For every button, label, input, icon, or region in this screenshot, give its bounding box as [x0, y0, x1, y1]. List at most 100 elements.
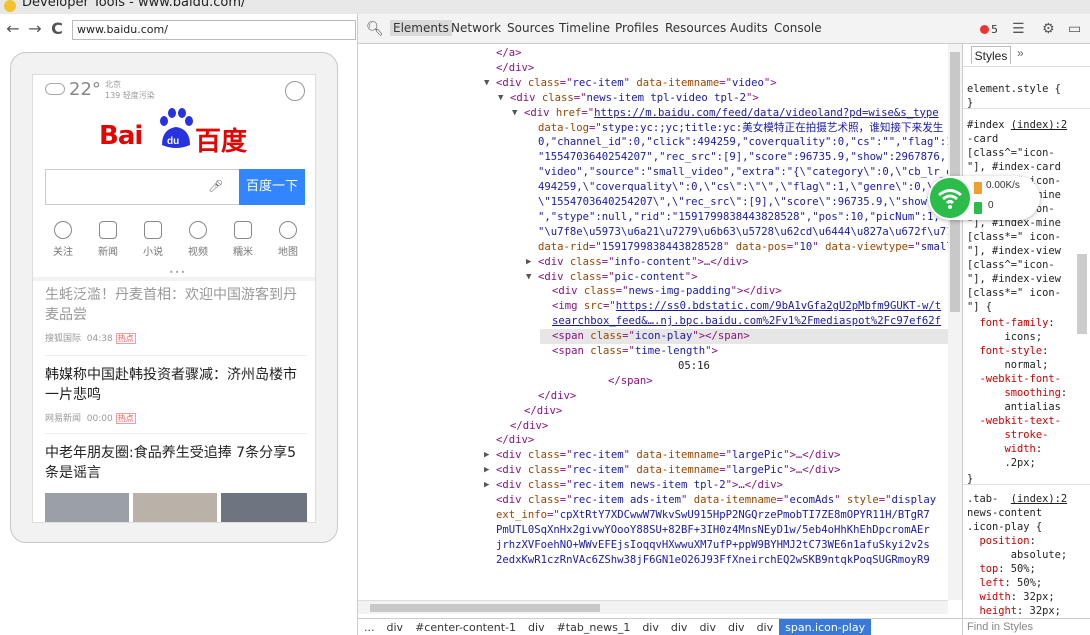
expand-arrow-icon[interactable]: ▶	[484, 478, 489, 493]
dom-node-line[interactable]: searchbox_feed&….nj.bpc.baidu.com%2Fv1%2…	[540, 314, 962, 329]
breadcrumb-item[interactable]: span.icon-play	[779, 619, 872, 635]
dom-node-line[interactable]: ext_info="cpXtRtY7XDCwwW7WkvSwU915HpP2NG…	[484, 508, 962, 523]
more-tabs-button[interactable]: »	[1017, 46, 1024, 60]
style-rule-line[interactable]: .icon-play {	[967, 520, 1085, 534]
breadcrumb-item[interactable]: div	[636, 619, 665, 635]
dom-node-line[interactable]: </div>	[484, 433, 962, 448]
style-source-link[interactable]: (index):2	[1011, 493, 1067, 505]
news-item[interactable]: 韩媒称中国赴韩投资者骤减：济州岛楼市一片悲鸣 网易新闻 00:00 热点	[45, 365, 307, 424]
style-rule-line[interactable]: "] {	[967, 300, 1085, 314]
dom-node-line[interactable]: "\u7f8e\u5973\u6a21\u7279\u6b63\u5728\u6…	[526, 225, 962, 240]
dom-node-line[interactable]: data-rid="1591799838443828528" data-pos=…	[526, 240, 962, 255]
expand-arrow-icon[interactable]: ▶	[526, 255, 531, 270]
news-item[interactable]: 中老年朋友圈:食品养生受追捧 7条分享5条是谣言	[45, 443, 307, 483]
tab-audits[interactable]: Audits	[730, 21, 768, 35]
quick-nav-item[interactable]: 视频	[176, 221, 220, 258]
style-rule-line[interactable]: [class*=" icon-	[967, 230, 1085, 244]
dom-node-line[interactable]: <span class="time-length">	[540, 344, 962, 359]
microphone-icon[interactable]: 🎤︎	[208, 179, 223, 195]
style-rule-line[interactable]: smoothing:	[967, 386, 1085, 400]
breadcrumb-item[interactable]: div	[381, 619, 410, 635]
style-rule-line[interactable]: [class^="icon-	[967, 146, 1085, 160]
dom-node-line[interactable]: ","stype":null,"rid":"159179983844382852…	[526, 210, 962, 225]
news-title[interactable]: 中老年朋友圈:食品养生受追捧 7条分享5条是谣言	[45, 443, 307, 483]
style-rule-line[interactable]: -webkit-font-	[967, 372, 1085, 386]
error-count-badge[interactable]: 5	[980, 23, 998, 36]
style-rule-line[interactable]: left: 50%;	[967, 576, 1085, 590]
style-rule-line[interactable]: stroke-	[967, 428, 1085, 442]
elements-horizontal-scrollbar[interactable]	[358, 600, 948, 614]
tab-network[interactable]: Network	[451, 21, 501, 35]
url-input[interactable]: www.baidu.com/	[72, 20, 356, 40]
expand-arrow-icon[interactable]: ▶	[484, 448, 489, 463]
style-rule-line[interactable]: element.style {	[967, 82, 1085, 96]
dom-node-line[interactable]: ▶ <div class="info-content">…</div>	[526, 255, 962, 270]
style-rule-line[interactable]: font-family:	[967, 316, 1085, 330]
dom-node-line[interactable]: ▼ <div class="pic-content">	[526, 270, 962, 285]
quick-nav-item[interactable]: 新闻	[86, 221, 130, 258]
elements-tree[interactable]: </a> </div> ▼ <div class="rec-item" data-it…	[358, 44, 962, 600]
style-rule-line[interactable]: }	[967, 472, 1085, 486]
console-drawer-icon[interactable]: ☰	[1012, 21, 1025, 37]
breadcrumb-item[interactable]: div	[751, 619, 780, 635]
dom-node-line[interactable]: ▶ <div class="rec-item" data-itemname="la…	[484, 448, 962, 463]
dock-icon[interactable]: ▭	[1068, 21, 1081, 37]
style-rule-line[interactable]: width: 32px;	[967, 590, 1085, 604]
style-rule-line[interactable]: normal;	[967, 358, 1085, 372]
tab-elements[interactable]: Elements	[390, 20, 452, 36]
tab-console[interactable]: Console	[774, 21, 822, 35]
style-rule-line[interactable]: "], #index-card	[967, 160, 1085, 174]
dom-node-line[interactable]: ▶ <div class="rec-item" data-itemname="la…	[484, 463, 962, 478]
breadcrumb-item[interactable]: div	[693, 619, 722, 635]
dom-node-line[interactable]: </span>	[596, 374, 962, 389]
dom-node-line[interactable]: data-log="stype:yc:;yc;title:yc:美女模特正在拍摄…	[526, 121, 962, 136]
dom-node-line[interactable]: PmUTL0SqXnHx2givwYOooY88SU+82BF+3IH0z4Mn…	[484, 523, 962, 538]
dom-node-line[interactable]: ▶ <div class="rec-item news-item tpl-2">……	[484, 478, 962, 493]
reload-button[interactable]: C	[48, 20, 66, 38]
elements-vertical-scrollbar[interactable]	[948, 44, 962, 600]
dom-node-line[interactable]: "video","source":"small_video","extra":"…	[526, 165, 962, 180]
style-rule-line[interactable]: font-style:	[967, 344, 1085, 358]
news-title[interactable]: 韩媒称中国赴韩投资者骤减：济州岛楼市一片悲鸣	[45, 365, 307, 405]
dom-node-line[interactable]: </div>	[484, 61, 962, 76]
dom-node-line[interactable]: ▼ <div class="news-item tpl-video tpl-2">	[498, 91, 962, 106]
news-item[interactable]: 生蚝泛滥！丹麦首相：欢迎中国游客到丹麦品尝 搜狐国际 04:38 热点	[45, 285, 307, 344]
gear-icon[interactable]: ⚙	[1042, 21, 1055, 37]
dom-node-line[interactable]: 2edxKwR1czRnVAc6ZShw38jF6GN1eO26J93FfXne…	[484, 553, 962, 568]
style-rule-line[interactable]: icons;	[967, 330, 1085, 344]
collapse-arrow-icon[interactable]: ▼	[484, 76, 489, 91]
style-rule-line[interactable]: -webkit-text-	[967, 414, 1085, 428]
dom-node-line[interactable]: ▼ <div class="rec-item" data-itemname="vi…	[484, 76, 962, 91]
inspect-search-icon[interactable]: 🔍︎	[366, 21, 384, 37]
dom-node-line[interactable]: "1554703640254207","rec_src":[9],"score"…	[526, 150, 962, 165]
dom-node-line[interactable]: ▼ <div href="https://m.baidu.com/feed/dat…	[512, 106, 962, 121]
quick-nav-item[interactable]: 小说	[131, 221, 175, 258]
forward-button[interactable]: →	[26, 20, 44, 38]
style-rule-line[interactable]: .tab- (index):2	[967, 492, 1085, 506]
tab-sources[interactable]: Sources	[507, 21, 554, 35]
breadcrumb-item[interactable]: div	[522, 619, 551, 635]
style-rule-line[interactable]: news-content	[967, 506, 1085, 520]
collapse-arrow-icon[interactable]: ▼	[526, 270, 531, 285]
style-rule-line[interactable]: #index (index):2	[967, 118, 1085, 132]
dom-node-line[interactable]: <div class="news-img-padding"></div>	[540, 284, 962, 299]
breadcrumb-item[interactable]: div	[665, 619, 694, 635]
search-button[interactable]: 百度一下	[239, 169, 305, 205]
scroll-thumb[interactable]	[370, 604, 600, 612]
find-in-styles-input[interactable]: Find in Styles	[963, 618, 1090, 635]
collapse-arrow-icon[interactable]: ▼	[512, 106, 517, 121]
tab-styles[interactable]: Styles	[971, 46, 1011, 64]
style-rule-line[interactable]: antialias	[967, 400, 1085, 414]
style-rule-line[interactable]: "], #index-view	[967, 244, 1085, 258]
news-thumbnails[interactable]	[45, 493, 307, 522]
breadcrumb-item[interactable]: #center-content-1	[409, 619, 522, 635]
style-rule-line[interactable]: }	[967, 96, 1085, 110]
dom-node-line[interactable]: jrhzXVFoehNO+WWvEFEjsIoqqvHXwwuXM7ufP+pp…	[484, 538, 962, 553]
breadcrumb-item[interactable]: ...	[358, 619, 381, 635]
user-icon[interactable]	[285, 81, 305, 101]
style-rule-line[interactable]: top: 50%;	[967, 562, 1085, 576]
style-rule-line[interactable]: .2px;	[967, 456, 1085, 470]
style-rule-line[interactable]: position:	[967, 534, 1085, 548]
tab-profiles[interactable]: Profiles	[615, 21, 659, 35]
tab-timeline[interactable]: Timeline	[559, 21, 610, 35]
